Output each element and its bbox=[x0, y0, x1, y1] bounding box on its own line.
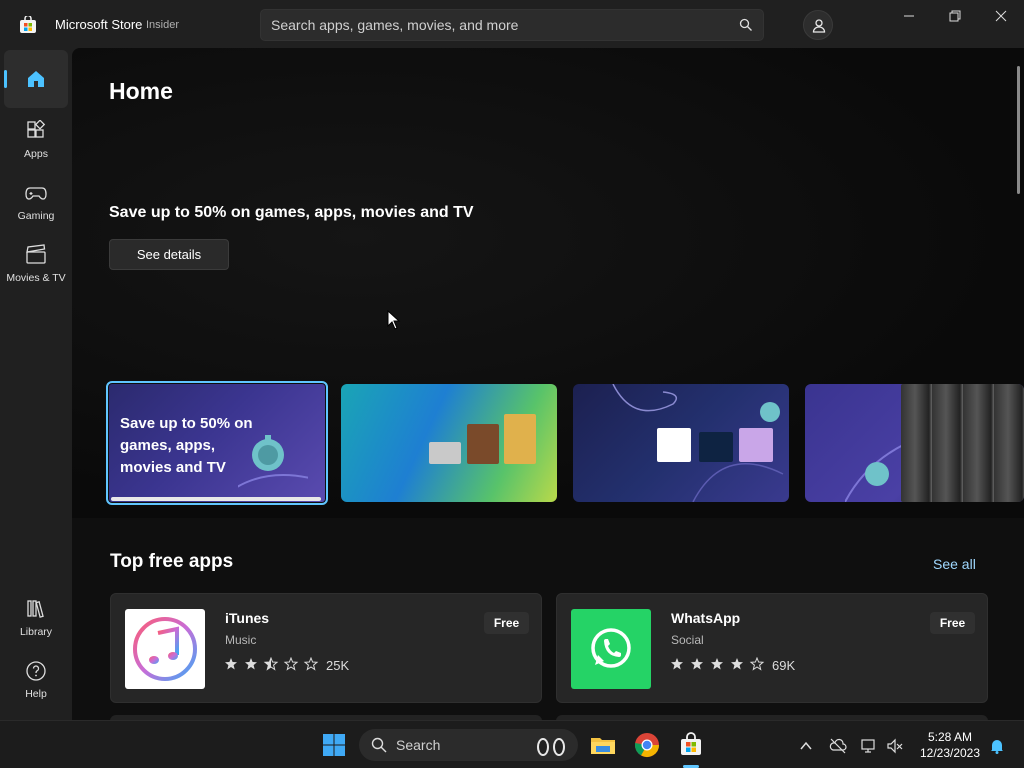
sidebar-item-home[interactable] bbox=[4, 50, 68, 108]
main-content: Home Save up to 50% on games, apps, movi… bbox=[72, 48, 1024, 720]
app-name: iTunes bbox=[225, 610, 270, 626]
search-input[interactable] bbox=[271, 10, 731, 40]
carousel-card-movies[interactable] bbox=[805, 384, 1024, 502]
game-thumbnail bbox=[467, 424, 499, 464]
sidebar-item-library[interactable]: Library bbox=[4, 590, 68, 648]
restore-icon bbox=[949, 10, 961, 22]
chrome-icon[interactable] bbox=[631, 729, 663, 761]
see-details-button[interactable]: See details bbox=[109, 239, 229, 270]
close-icon bbox=[995, 10, 1007, 22]
sidebar-item-movies-tv[interactable]: Movies & TV bbox=[4, 236, 68, 294]
taskbar: Search 5:28 AM 12/23/2023 bbox=[0, 720, 1024, 768]
sidebar-item-label: Help bbox=[25, 688, 47, 700]
sidebar: Apps Gaming Movies & TV Library Help bbox=[0, 48, 72, 720]
search-icon[interactable] bbox=[739, 18, 753, 32]
cloud-offline-icon[interactable] bbox=[829, 737, 847, 755]
chevron-up-icon[interactable] bbox=[797, 737, 815, 755]
clock-date: 12/23/2023 bbox=[919, 746, 981, 760]
microsoft-store-window: Microsoft Store Insider Search apps, gam… bbox=[0, 0, 1024, 768]
carousel-card-games[interactable] bbox=[341, 384, 557, 502]
price-badge: Free bbox=[484, 612, 529, 634]
page-title: Home bbox=[109, 78, 173, 104]
carousel-card-sale[interactable]: Save up to 50% on games, apps, movies an… bbox=[106, 381, 328, 505]
game-thumbnail bbox=[429, 442, 461, 464]
taskbar-search-label: Search bbox=[396, 737, 441, 753]
clock-graphic-icon bbox=[845, 443, 905, 502]
maximize-button[interactable] bbox=[932, 0, 978, 32]
game-thumbnail bbox=[504, 414, 536, 464]
sidebar-item-label: Library bbox=[19, 626, 53, 638]
hero-headline: Save up to 50% on games, apps, movies an… bbox=[109, 204, 474, 221]
network-icon[interactable] bbox=[860, 737, 878, 755]
clapperboard-icon bbox=[26, 244, 46, 264]
whatsapp-icon bbox=[571, 609, 651, 689]
home-icon bbox=[28, 71, 44, 87]
app-category: Music bbox=[225, 633, 257, 647]
person-icon bbox=[812, 19, 826, 33]
close-button[interactable] bbox=[978, 0, 1024, 32]
app-card-whatsapp[interactable]: WhatsApp Social 69K Free bbox=[556, 593, 988, 703]
title-bar: Microsoft Store Insider bbox=[0, 0, 1024, 48]
app-category: Social bbox=[671, 633, 704, 647]
profile-button[interactable] bbox=[803, 10, 833, 40]
section-title: Top free apps bbox=[110, 551, 234, 572]
taskbar-clock[interactable]: 5:28 AM 12/23/2023 bbox=[915, 729, 985, 761]
library-icon bbox=[27, 600, 44, 618]
ratings-count: 69K bbox=[772, 658, 796, 673]
volume-muted-icon[interactable] bbox=[886, 737, 904, 755]
store-logo-icon bbox=[20, 16, 36, 33]
itunes-icon bbox=[125, 609, 205, 689]
gamepad-icon bbox=[25, 187, 47, 200]
sidebar-item-label: Movies & TV bbox=[6, 272, 66, 284]
app-title: Microsoft Store bbox=[55, 17, 143, 32]
sidebar-item-apps[interactable]: Apps bbox=[4, 112, 68, 170]
clock-time: 5:28 AM bbox=[927, 730, 973, 744]
penguins-graphic-icon bbox=[537, 738, 565, 756]
search-box[interactable] bbox=[260, 9, 764, 41]
movie-posters-grid bbox=[901, 384, 1024, 502]
microsoft-store-taskbar-icon[interactable] bbox=[675, 729, 707, 761]
star-rating-icon bbox=[671, 657, 765, 671]
search-icon bbox=[371, 737, 387, 753]
help-icon bbox=[26, 661, 46, 681]
carousel-card-apps[interactable] bbox=[573, 384, 789, 502]
app-thumbnail bbox=[657, 428, 691, 462]
star-rating-icon bbox=[225, 657, 319, 671]
sidebar-item-gaming[interactable]: Gaming bbox=[4, 174, 68, 232]
apps-icon bbox=[27, 120, 46, 138]
minimize-button[interactable] bbox=[886, 0, 932, 32]
minimize-icon bbox=[904, 15, 914, 17]
app-card-itunes[interactable]: iTunes Music 25K Free bbox=[110, 593, 542, 703]
file-explorer-icon[interactable] bbox=[587, 729, 619, 761]
ratings-count: 25K bbox=[326, 658, 350, 673]
sidebar-item-label: Apps bbox=[24, 148, 48, 160]
see-all-link[interactable]: See all bbox=[933, 556, 976, 572]
sidebar-item-help[interactable]: Help bbox=[4, 652, 68, 710]
scrollbar-thumb[interactable] bbox=[1017, 66, 1020, 194]
app-name: WhatsApp bbox=[671, 610, 741, 626]
windows-start-icon[interactable] bbox=[318, 729, 350, 761]
app-thumbnail bbox=[699, 432, 733, 462]
taskbar-search-box[interactable]: Search bbox=[359, 729, 578, 761]
notification-bell-icon[interactable] bbox=[988, 737, 1006, 755]
mouse-cursor-icon bbox=[387, 310, 401, 330]
carousel-card-text: Save up to 50% on games, apps, movies an… bbox=[120, 415, 253, 476]
price-badge: Free bbox=[930, 612, 975, 634]
sidebar-item-label: Gaming bbox=[17, 210, 55, 222]
insider-badge: Insider bbox=[146, 19, 180, 31]
carousel-progress-bar bbox=[111, 497, 321, 501]
app-thumbnail bbox=[739, 428, 773, 462]
